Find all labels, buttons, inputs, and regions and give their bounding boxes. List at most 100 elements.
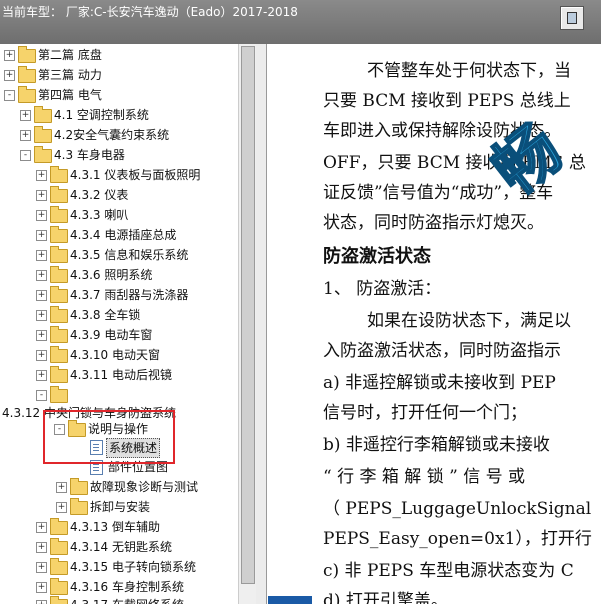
tree-item-label: 4.3.3 喇叭 [70, 208, 129, 222]
tree-item-label: 第二篇 底盘 [38, 48, 102, 62]
tree-item[interactable]: + 4.3.6 照明系统 [0, 266, 238, 284]
tree-item-label: 第四篇 电气 [38, 88, 102, 102]
folder-icon [50, 518, 68, 535]
expand-toggle[interactable]: + [36, 170, 47, 181]
expand-toggle[interactable]: + [36, 290, 47, 301]
expand-toggle[interactable]: + [36, 350, 47, 361]
expand-toggle[interactable]: + [36, 582, 47, 593]
tree-item[interactable]: + 4.3.9 电动车窗 [0, 326, 238, 344]
tree-item[interactable]: + 4.1 空调控制系统 [0, 106, 238, 124]
tree-item[interactable]: + 拆卸与安装 [0, 498, 238, 516]
window-icon-button[interactable] [560, 6, 584, 30]
tree-item[interactable]: + 4.2安全气囊约束系统 [0, 126, 238, 144]
tree-item[interactable]: + 故障现象诊断与测试 [0, 478, 238, 496]
tree-item-label: 4.3.7 雨刮器与洗涤器 [70, 288, 189, 302]
folder-icon [50, 286, 68, 303]
folder-icon [50, 166, 68, 183]
tree-item[interactable]: - 第四篇 电气 [0, 86, 238, 104]
tree-item-label: 4.3.2 仪表 [70, 188, 129, 202]
tree-item-label: 4.3.16 车身控制系统 [70, 580, 184, 594]
folder-icon [50, 578, 68, 595]
folder-icon [18, 46, 36, 63]
tree-item-label: 4.3.9 电动车窗 [70, 328, 153, 342]
expand-toggle[interactable]: + [20, 110, 31, 121]
doc-line: 只要 BCM 接收到 PEPS 总线上 [323, 91, 571, 111]
tree-item-label: 4.3 车身电器 [54, 148, 125, 162]
tree-item-label: 4.3.14 无钥匙系统 [70, 540, 172, 554]
expand-toggle[interactable]: + [36, 250, 47, 261]
expand-toggle[interactable]: + [36, 230, 47, 241]
doc-line: b) 非遥控行李箱解锁或未接收 [323, 435, 550, 455]
tree-item[interactable]: + 4.3.10 电动天窗 [0, 346, 238, 364]
tree-item[interactable]: + 4.3.8 全车锁 [0, 306, 238, 324]
expand-toggle[interactable]: + [36, 270, 47, 281]
expand-toggle[interactable]: - [36, 390, 47, 401]
tree-scrollbar[interactable] [238, 44, 256, 604]
folder-icon [50, 226, 68, 243]
tree-item[interactable]: + 4.3.1 仪表板与面板照明 [0, 166, 238, 184]
folder-icon [50, 558, 68, 575]
folder-icon [34, 106, 52, 123]
tree-item[interactable]: + 4.3.3 喇叭 [0, 206, 238, 224]
tree-item[interactable]: + 第三篇 动力 [0, 66, 238, 84]
tree-item-label: 4.1 空调控制系统 [54, 108, 149, 122]
page-nav-button[interactable] [268, 596, 312, 604]
tree-item-label: 4.3.4 电源插座总成 [70, 228, 177, 242]
doc-line: 不管整车处于何状态下，当 [367, 61, 571, 81]
tree-item[interactable]: + 4.3.16 车身控制系统 [0, 578, 238, 596]
doc-line: （ PEPS_LuggageUnlockSignal [323, 499, 592, 519]
tree-item[interactable]: + 4.3.14 无钥匙系统 [0, 538, 238, 556]
tree-item[interactable]: - [0, 386, 238, 404]
expand-toggle[interactable]: + [36, 310, 47, 321]
expand-toggle[interactable]: + [36, 210, 47, 221]
expand-toggle[interactable]: + [56, 482, 67, 493]
expand-toggle[interactable]: - [20, 150, 31, 161]
expand-toggle[interactable]: + [36, 562, 47, 573]
doc-line: a) 非遥控解锁或未接收到 PEP [323, 373, 556, 393]
folder-icon [50, 206, 68, 223]
expand-toggle[interactable]: + [36, 600, 47, 604]
expand-toggle[interactable]: + [56, 502, 67, 513]
folder-icon [50, 266, 68, 283]
expand-toggle[interactable]: + [4, 70, 15, 81]
expand-toggle[interactable]: + [36, 542, 47, 553]
expand-toggle[interactable]: + [36, 370, 47, 381]
folder-icon [70, 498, 88, 515]
tree-item-label: 4.3.13 倒车辅助 [70, 520, 160, 534]
tree-item[interactable]: + 4.3.2 仪表 [0, 186, 238, 204]
tree-item[interactable]: + 4.3.5 信息和娱乐系统 [0, 246, 238, 264]
tree-item[interactable]: + 4.3.13 倒车辅助 [0, 518, 238, 536]
scrollbar-thumb[interactable] [241, 46, 255, 584]
expand-toggle[interactable]: + [20, 130, 31, 141]
tree-item[interactable]: + 第二篇 底盘 [0, 46, 238, 64]
doc-line: 如果在设防状态下，满足以 [367, 311, 571, 331]
folder-icon [18, 86, 36, 103]
expand-toggle[interactable]: + [36, 522, 47, 533]
tree-item-label: 4.3.17 车载网络系统 [70, 596, 184, 604]
doc-line: 入防盗激活状态，同时防盗指示 [323, 341, 561, 361]
expand-toggle[interactable]: + [36, 190, 47, 201]
watermark-text: 畅 [479, 111, 577, 211]
folder-icon [34, 146, 52, 163]
tree-item[interactable]: - 4.3 车身电器 [0, 146, 238, 164]
doc-line: 信号时，打开任何一个门； [323, 403, 527, 423]
expand-toggle[interactable]: + [36, 330, 47, 341]
tree-item-label: 4.3.6 照明系统 [70, 268, 153, 282]
watermark: 畅 [479, 110, 601, 230]
tree-item[interactable]: + 4.3.15 电子转向锁系统 [0, 558, 238, 576]
expand-toggle[interactable]: - [4, 90, 15, 101]
tree-item[interactable]: + 4.3.4 电源插座总成 [0, 226, 238, 244]
doc-line: “ 行 李 箱 解 锁 ” 信 号 或 [323, 467, 526, 487]
tree-item[interactable]: + 4.3.7 雨刮器与洗涤器 [0, 286, 238, 304]
folder-icon [50, 386, 68, 403]
tree-item-label: 第三篇 动力 [38, 68, 102, 82]
folder-icon [70, 478, 88, 495]
expand-toggle[interactable]: + [4, 50, 15, 61]
tree-item[interactable]: + 4.3.17 车载网络系统 [0, 596, 238, 604]
tree-item[interactable]: + 4.3.11 电动后视镜 [0, 366, 238, 384]
tree-item-label: 拆卸与安装 [90, 500, 151, 514]
catalog-tree: + 第二篇 底盘 + 第三篇 动力 - 第四篇 电气 + 4.1 空调控制系统 … [0, 44, 239, 604]
tree-item-label: 4.2安全气囊约束系统 [54, 128, 170, 142]
folder-icon [50, 538, 68, 555]
tree-item-label: 4.3.15 电子转向锁系统 [70, 560, 196, 574]
